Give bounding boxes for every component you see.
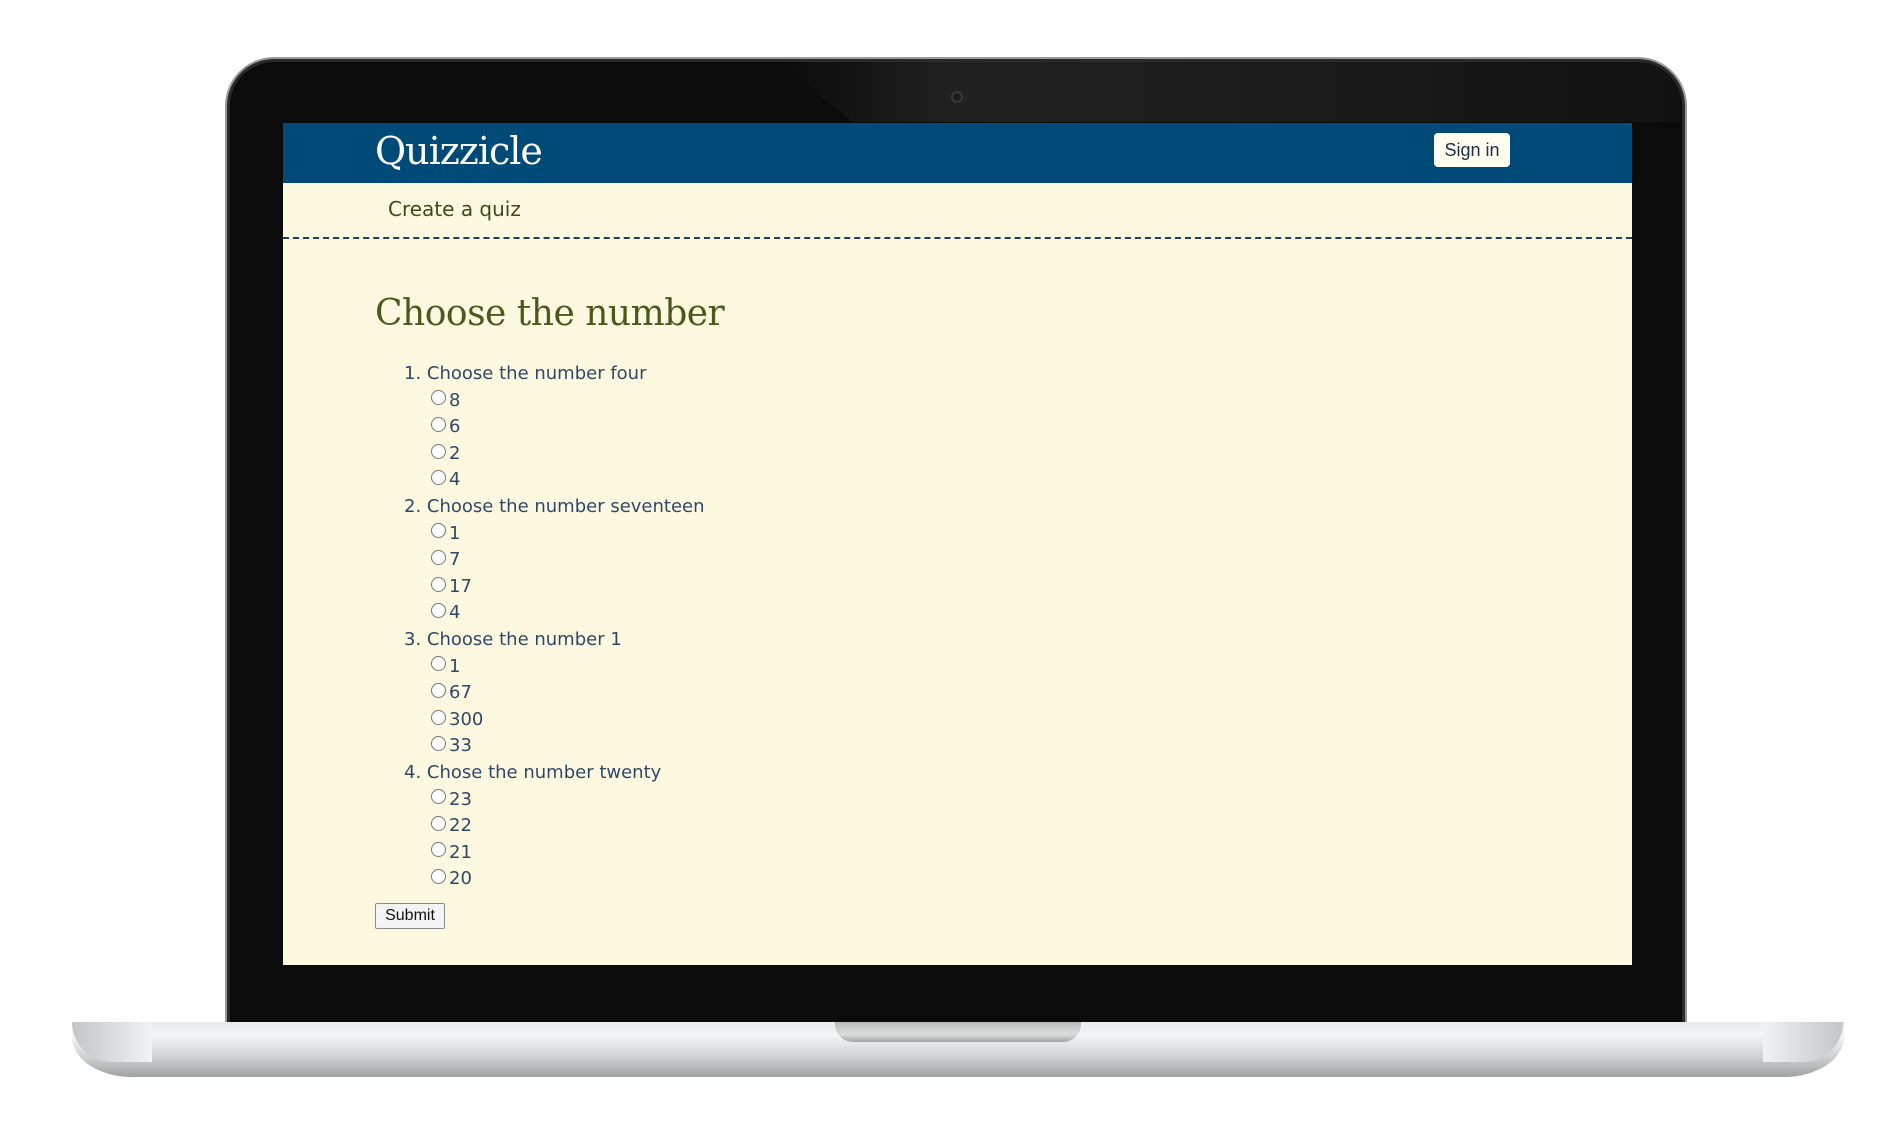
question-text: 3. Choose the number 1: [375, 627, 1632, 654]
option-row: 17: [375, 574, 1632, 601]
option-radio[interactable]: [431, 603, 446, 619]
option-label: 2: [449, 442, 461, 464]
question-item: 2. Choose the number seventeen 1 7 17 4: [375, 494, 1632, 627]
option-row: 8: [375, 388, 1632, 415]
option-radio[interactable]: [431, 736, 446, 752]
option-label: 7: [449, 549, 461, 571]
option-list: 1 7 17 4: [375, 521, 1632, 627]
question-list: 1. Choose the number four 8 6 2 4 2. Cho…: [375, 361, 1632, 893]
option-label: 4: [449, 602, 461, 624]
option-row: 300: [375, 707, 1632, 734]
question-number: 3.: [404, 628, 422, 650]
option-list: 8 6 2 4: [375, 388, 1632, 494]
option-radio[interactable]: [431, 709, 446, 725]
option-label: 1: [449, 655, 461, 677]
option-radio[interactable]: [431, 549, 446, 565]
nav-bar: Create a quiz: [283, 183, 1632, 239]
option-radio[interactable]: [431, 470, 446, 486]
question-label: Choose the number four: [426, 363, 647, 384]
question-text: 4. Chose the number twenty: [375, 760, 1632, 787]
option-label: 22: [449, 815, 472, 837]
question-text: 1. Choose the number four: [375, 361, 1632, 388]
option-label: 8: [449, 389, 461, 411]
option-row: 21: [375, 840, 1632, 867]
option-label: 20: [449, 868, 472, 890]
option-radio[interactable]: [431, 842, 446, 858]
option-label: 67: [449, 682, 472, 704]
question-item: 4. Chose the number twenty 23 22 21 20: [375, 760, 1632, 893]
option-label: 1: [449, 522, 461, 544]
option-radio[interactable]: [431, 443, 446, 459]
question-label: Choose the number 1: [426, 628, 622, 650]
option-row: 22: [375, 813, 1632, 840]
question-number: 2.: [404, 495, 422, 517]
option-row: 67: [375, 680, 1632, 707]
question-label: Choose the number seventeen: [426, 495, 705, 517]
option-radio[interactable]: [431, 390, 446, 406]
submit-button[interactable]: Submit: [375, 902, 445, 929]
question-number: 4.: [404, 761, 422, 783]
question-text: 2. Choose the number seventeen: [375, 494, 1632, 521]
option-label: 17: [449, 575, 472, 597]
bezel-sheen: [780, 62, 1680, 122]
option-label: 6: [449, 416, 461, 438]
option-row: 2: [375, 441, 1632, 468]
browser-screen: Quizzicle Sign in Create a quiz Choose t…: [283, 123, 1632, 965]
app-logo[interactable]: Quizzicle: [375, 129, 543, 173]
option-label: 4: [449, 469, 461, 491]
webcam-icon: [951, 91, 963, 103]
option-label: 300: [449, 708, 484, 730]
option-radio[interactable]: [431, 815, 446, 831]
option-list: 1 67 300 33: [375, 654, 1632, 760]
option-label: 23: [449, 788, 472, 810]
option-label: 21: [449, 841, 472, 863]
option-row: 23: [375, 787, 1632, 814]
question-label: Chose the number twenty: [426, 761, 662, 783]
option-radio[interactable]: [431, 682, 446, 698]
option-list: 23 22 21 20: [375, 787, 1632, 893]
option-row: 4: [375, 467, 1632, 494]
sign-in-button[interactable]: Sign in: [1434, 133, 1510, 167]
option-label: 33: [449, 735, 472, 757]
top-bar: Quizzicle Sign in: [283, 123, 1632, 183]
question-item: 3. Choose the number 1 1 67 300 33: [375, 627, 1632, 760]
option-radio[interactable]: [431, 523, 446, 539]
quiz-title: Choose the number: [375, 293, 725, 334]
option-row: 20: [375, 866, 1632, 893]
option-row: 4: [375, 600, 1632, 627]
question-item: 1. Choose the number four 8 6 2 4: [375, 361, 1632, 494]
option-row: 1: [375, 654, 1632, 681]
option-row: 1: [375, 521, 1632, 548]
option-radio[interactable]: [431, 416, 446, 432]
option-row: 33: [375, 733, 1632, 760]
question-number: 1.: [404, 363, 422, 384]
option-row: 7: [375, 547, 1632, 574]
option-radio[interactable]: [431, 656, 446, 672]
create-quiz-link[interactable]: Create a quiz: [388, 197, 521, 221]
option-radio[interactable]: [431, 869, 446, 885]
option-radio[interactable]: [431, 576, 446, 592]
laptop-notch: [835, 1022, 1081, 1042]
option-row: 6: [375, 414, 1632, 441]
quiz-content: Choose the number 1. Choose the number f…: [375, 293, 1632, 929]
option-radio[interactable]: [431, 789, 446, 805]
